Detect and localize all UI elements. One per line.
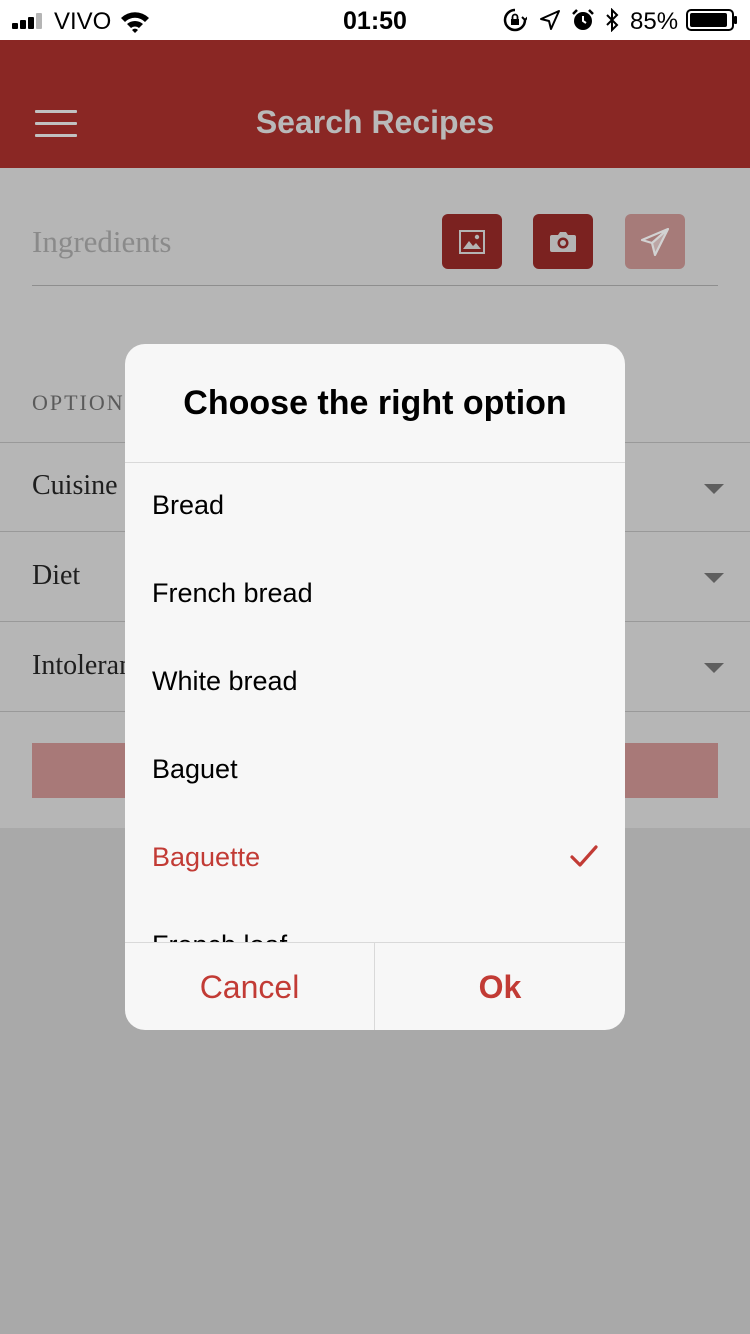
camera-icon [550, 231, 576, 252]
intolerances-select[interactable]: Intoleran [32, 650, 133, 682]
option-item[interactable]: Baguet [125, 727, 625, 815]
status-bar: VIVO 01:50 85% [0, 0, 750, 40]
option-item-selected[interactable]: Baguette [125, 815, 625, 903]
cuisine-select[interactable]: Cuisine [32, 470, 118, 502]
option-label: French loaf [152, 930, 287, 942]
option-item[interactable]: French loaf [125, 903, 625, 942]
checkmark-icon [570, 845, 598, 867]
option-label: French bread [152, 578, 313, 608]
diet-select[interactable]: Diet [32, 560, 80, 592]
send-button[interactable] [625, 214, 685, 269]
bluetooth-icon [606, 8, 619, 32]
option-item[interactable]: French bread [125, 551, 625, 639]
ok-button[interactable]: Ok [375, 943, 625, 1030]
dialog-actions: Cancel Ok [125, 942, 625, 1030]
location-icon [540, 10, 560, 30]
option-label: Bread [152, 490, 225, 520]
option-label: Baguet [152, 754, 238, 784]
image-icon [459, 229, 485, 254]
option-item[interactable]: Bread [125, 463, 625, 551]
ingredients-input[interactable]: Ingredients [32, 224, 171, 260]
chevron-down-icon [704, 484, 724, 494]
camera-button[interactable] [533, 214, 593, 269]
alarm-icon [572, 9, 594, 30]
page-title: Search Recipes [255, 104, 495, 140]
option-list[interactable]: Bread French bread White bread Baguet Ba… [125, 463, 625, 942]
send-icon [641, 227, 669, 256]
chevron-down-icon [704, 663, 724, 673]
dialog-title: Choose the right option [183, 384, 567, 422]
gallery-button[interactable] [442, 214, 502, 269]
battery-icon [686, 9, 737, 31]
option-label: White bread [152, 666, 298, 696]
options-header: OPTION [32, 390, 125, 415]
rotation-lock-icon [503, 8, 527, 32]
option-label: Baguette [152, 842, 261, 872]
battery-percentage: 85% [630, 8, 679, 35]
ingredients-underline [32, 285, 718, 286]
option-picker-dialog: Choose the right option Bread French bre… [125, 344, 625, 1030]
option-item[interactable]: White bread [125, 639, 625, 727]
cancel-button[interactable]: Cancel [125, 943, 375, 1030]
chevron-down-icon [704, 573, 724, 583]
